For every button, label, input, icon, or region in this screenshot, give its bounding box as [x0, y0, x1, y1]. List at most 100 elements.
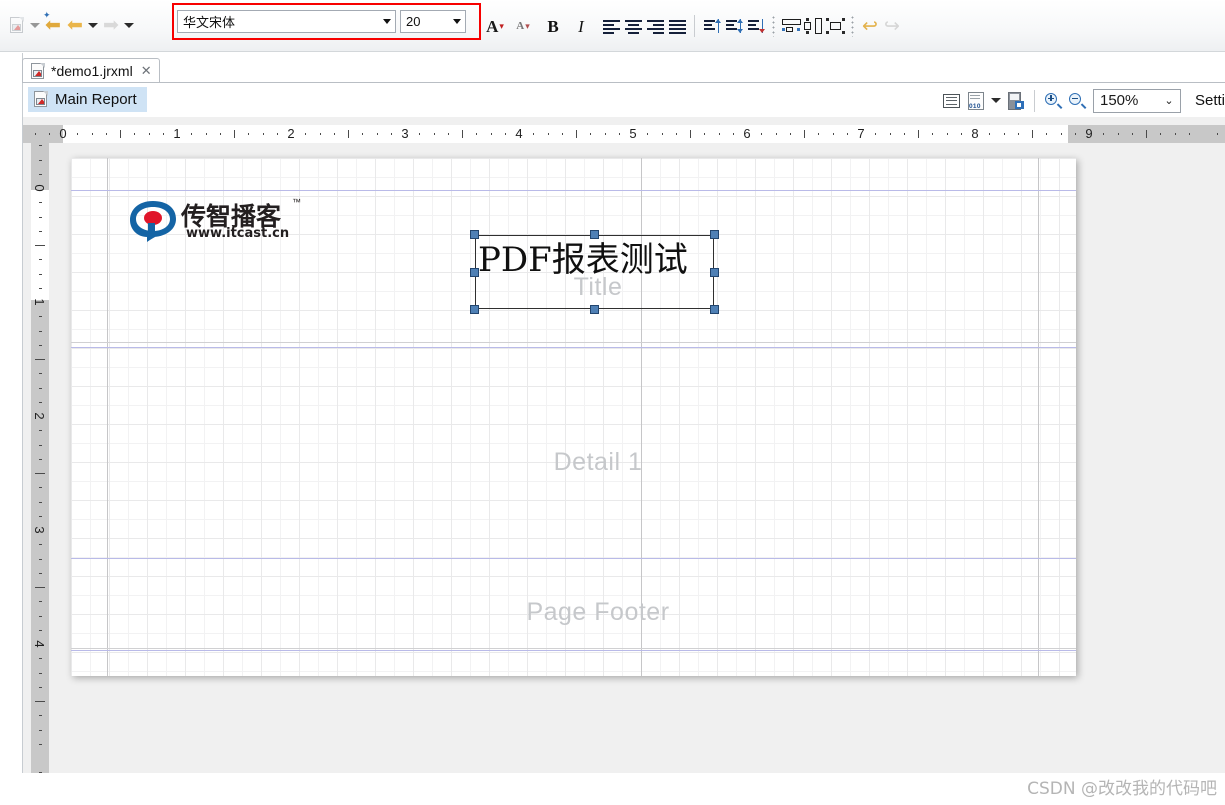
logo-url: www.itcast.cn: [186, 226, 290, 241]
increase-font-size-icon[interactable]: A ▾: [484, 13, 506, 39]
ruler-mid-tick: [120, 130, 121, 138]
resize-handle-e[interactable]: [710, 268, 719, 277]
vruler-minor-tick: [39, 373, 42, 374]
tab-main-report[interactable]: Main Report: [28, 87, 147, 112]
ruler-minor-tick: [1118, 133, 1119, 135]
forward-dropdown-icon[interactable]: [122, 13, 136, 39]
resize-handle-se[interactable]: [710, 305, 719, 314]
undo-star-icon[interactable]: ✦ ⬅: [42, 10, 64, 39]
tab-demo1-jrxml[interactable]: *demo1.jrxml ✕: [22, 58, 160, 83]
band-separator-title-bottom[interactable]: [71, 347, 1076, 348]
band-separator-footer-bottom[interactable]: [71, 650, 1076, 651]
font-name-dropdown-icon[interactable]: [378, 11, 395, 32]
align-top-icon[interactable]: [701, 13, 723, 39]
ruler-minor-tick: [704, 133, 705, 135]
vruler-tick-label: 3: [32, 526, 47, 534]
font-name-value: 华文宋体: [183, 15, 236, 30]
toolbar-separator: [694, 15, 695, 37]
align-center-icon[interactable]: [622, 13, 644, 39]
ruler-minor-tick: [932, 133, 933, 135]
bold-letter: B: [547, 16, 559, 36]
report-design-canvas[interactable]: 0 1 2 3 4 5 6 7 8 9 0 1 2 3 4 Title Detail 1 Page Foo…: [23, 117, 1225, 805]
italic-letter: I: [578, 16, 584, 36]
ruler-minor-tick: [1075, 133, 1076, 135]
editor-left-gutter: [0, 53, 23, 805]
band-separator-detail-bottom[interactable]: [71, 558, 1076, 559]
ruler-minor-tick: [590, 133, 591, 135]
size-to-container-icon[interactable]: [780, 13, 802, 39]
redo-icon[interactable]: ↪: [881, 13, 903, 39]
font-size-combo[interactable]: 20: [400, 10, 466, 33]
font-name-combo[interactable]: 华文宋体: [177, 10, 396, 33]
export-icon[interactable]: [1004, 88, 1028, 114]
ruler-mid-tick: [918, 130, 919, 138]
itcast-swirl-icon: [130, 201, 176, 242]
ruler-tick-label: 0: [59, 126, 67, 141]
horizontal-ruler[interactable]: 0 1 2 3 4 5 6 7 8 9: [23, 125, 1225, 143]
paste-document-icon[interactable]: [6, 13, 28, 39]
forward-arrow-icon[interactable]: ➡: [100, 13, 122, 39]
ruler-mid-tick: [234, 130, 235, 138]
ruler-minor-tick: [989, 133, 990, 135]
vertical-ruler[interactable]: 0 1 2 3 4: [31, 143, 49, 805]
ruler-minor-tick: [1189, 133, 1190, 135]
ruler-mid-tick: [348, 130, 349, 138]
resize-handle-w[interactable]: [470, 268, 479, 277]
zoom-in-icon[interactable]: [1041, 88, 1065, 114]
vruler-minor-tick: [39, 231, 42, 232]
center-in-band-icon[interactable]: [824, 13, 846, 39]
ruler-minor-tick: [263, 133, 264, 135]
resize-handle-n[interactable]: [590, 230, 599, 239]
band-separator-title-top[interactable]: [71, 190, 1076, 191]
vruler-mid-tick: [35, 701, 45, 702]
report-outline-icon[interactable]: [940, 88, 964, 114]
ruler-minor-tick: [847, 133, 848, 135]
resize-handle-ne[interactable]: [710, 230, 719, 239]
paste-dropdown-icon[interactable]: [28, 13, 42, 39]
report-view-toolbar: 010 150% ⌄ Setti: [940, 86, 1225, 115]
back-arrow-icon[interactable]: ⬅: [64, 13, 86, 39]
ruler-gray-zone-left: [23, 125, 63, 143]
ruler-minor-tick: [49, 133, 50, 135]
align-middle-icon[interactable]: [723, 13, 745, 39]
logo-element[interactable]: 传智播客 ™ www.itcast.cn: [129, 195, 309, 247]
font-size-value: 20: [406, 14, 421, 29]
resize-handle-sw[interactable]: [470, 305, 479, 314]
vruler-mid-tick: [35, 587, 45, 588]
vruler-minor-tick: [39, 331, 42, 332]
design-page[interactable]: Title Detail 1 Page Footer 传智播客 ™ www.it…: [71, 158, 1076, 676]
resize-handle-nw[interactable]: [470, 230, 479, 239]
resize-handle-s[interactable]: [590, 305, 599, 314]
ruler-minor-tick: [619, 133, 620, 135]
align-bottom-icon[interactable]: [745, 13, 767, 39]
ruler-minor-tick: [662, 133, 663, 135]
dataset-dropdown-icon[interactable]: [988, 88, 1004, 114]
zoom-out-icon[interactable]: [1065, 88, 1089, 114]
footer-margin-guide: [71, 648, 1076, 649]
right-margin-guide: [1038, 158, 1039, 676]
ruler-minor-tick: [1061, 133, 1062, 135]
decrease-font-size-icon[interactable]: A ▾: [512, 13, 534, 39]
vruler-minor-tick: [39, 145, 42, 146]
align-left-icon[interactable]: [600, 13, 622, 39]
zoom-level-combo[interactable]: 150% ⌄: [1092, 88, 1181, 113]
chevron-down-icon[interactable]: ⌄: [1158, 94, 1180, 107]
italic-icon[interactable]: I: [570, 13, 592, 39]
settings-label[interactable]: Setti: [1195, 92, 1225, 109]
ruler-minor-tick: [92, 133, 93, 135]
ruler-minor-tick: [362, 133, 363, 135]
close-icon[interactable]: ✕: [141, 63, 152, 79]
dataset-icon[interactable]: 010: [964, 88, 988, 114]
match-width-icon[interactable]: [802, 13, 824, 39]
back-dropdown-icon[interactable]: [86, 13, 100, 39]
selected-text-element[interactable]: PDF报表测试: [470, 230, 719, 314]
align-justify-icon[interactable]: [666, 13, 688, 39]
font-size-dropdown-icon[interactable]: [448, 11, 465, 32]
undo-icon[interactable]: ↩: [859, 13, 881, 39]
tabstrip-underline: [22, 82, 1225, 83]
align-right-icon[interactable]: [644, 13, 666, 39]
ruler-tick-label: 5: [629, 126, 637, 141]
bold-icon[interactable]: B: [542, 13, 564, 39]
trademark-icon: ™: [292, 197, 301, 207]
ruler-minor-tick: [733, 133, 734, 135]
